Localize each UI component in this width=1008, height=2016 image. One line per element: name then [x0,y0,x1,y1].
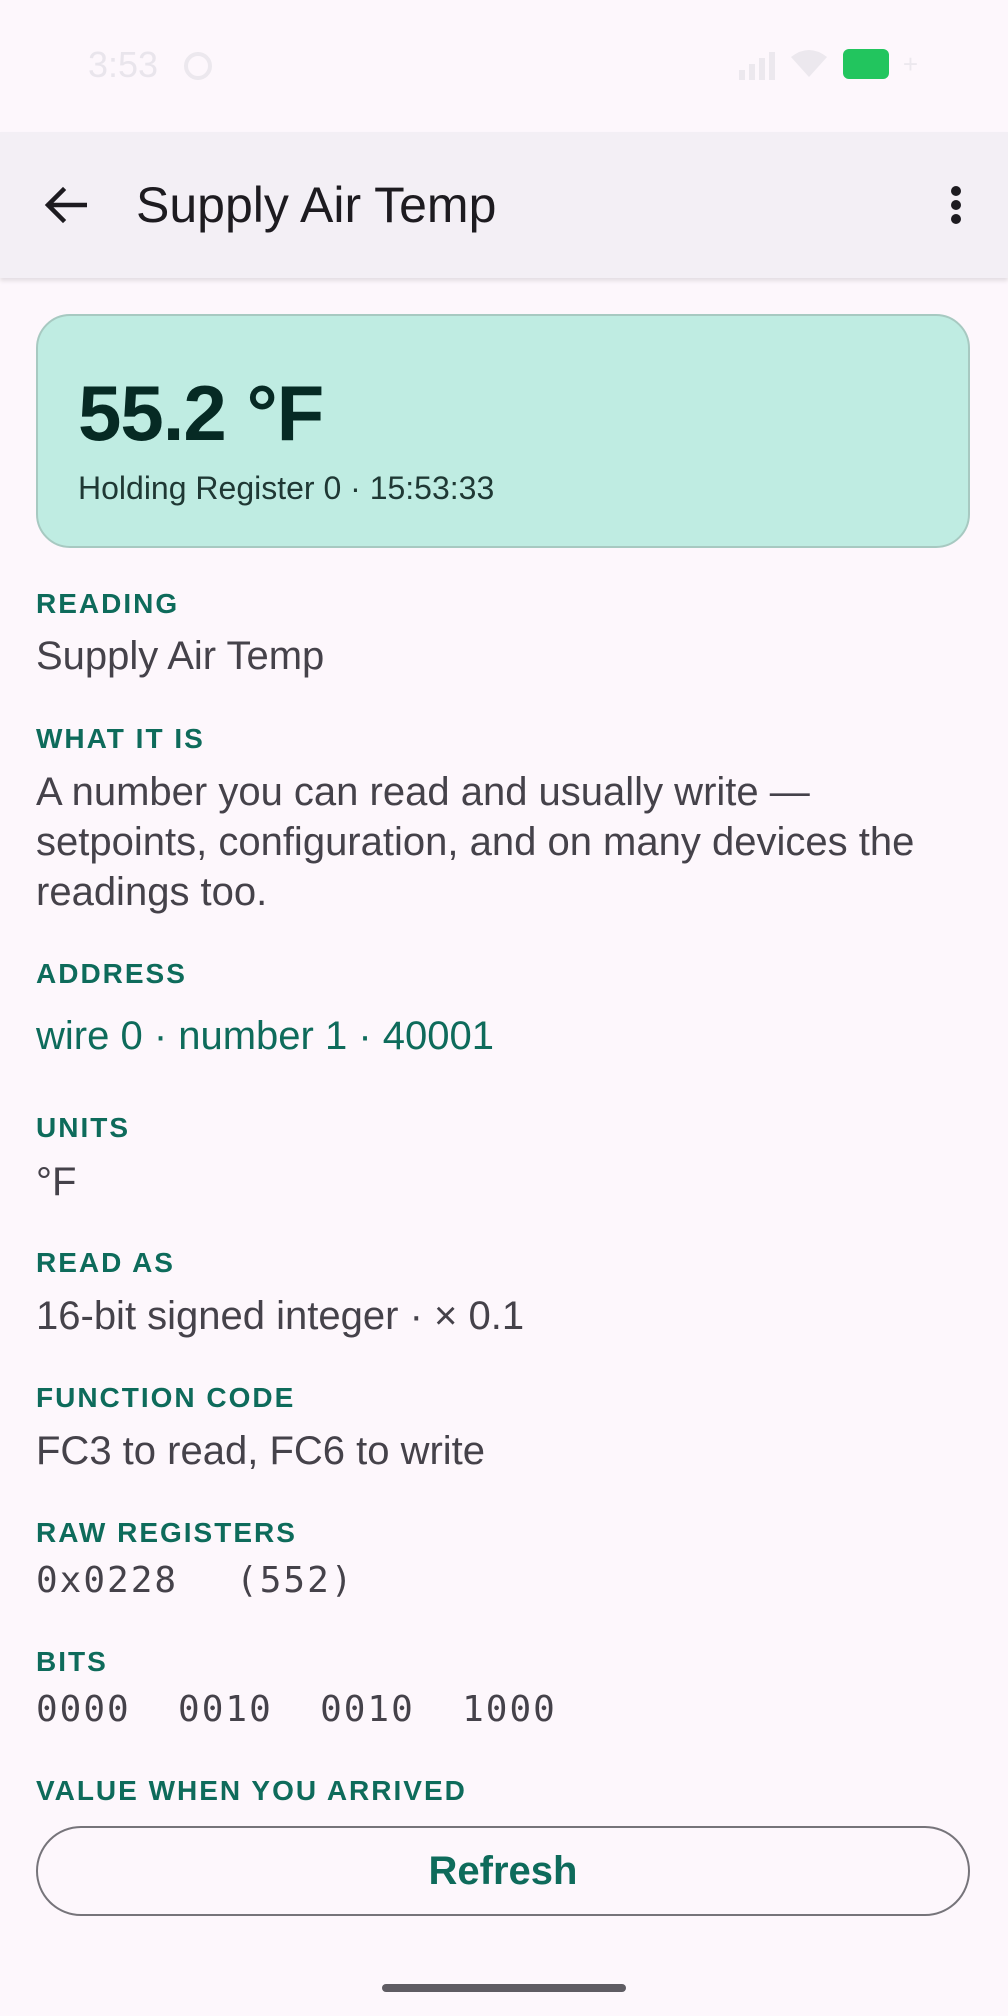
bits-value: 0000 0010 0010 1000 [36,1689,557,1730]
read-as-label: READ AS [36,1247,175,1278]
bits-label: BITS [36,1646,108,1677]
current-value: 55.2 °F [78,369,324,457]
signal-icon [738,48,775,80]
refresh-button[interactable]: Refresh [36,1826,970,1916]
more-vert-icon [951,186,961,224]
value-card: 55.2 °F Holding Register 0 · 15:53:33 [36,314,970,548]
status-icons: + [738,48,918,80]
units-value: °F [36,1160,77,1204]
app-bar: Supply Air Temp [0,132,1008,278]
function-code-label: FUNCTION CODE [36,1382,296,1413]
value-subtitle: Holding Register 0 · 15:53:33 [78,470,495,506]
status-bar: 3:53 + [0,0,1008,132]
raw-registers-row: 0x0228 (552) [36,1560,354,1601]
arrow-back-icon [44,186,87,224]
wifi-icon [790,50,827,77]
address-link[interactable]: wire 0 · number 1 · 40001 [36,1014,494,1059]
charging-icon: + [902,48,918,79]
address-label: ADDRESS [36,958,187,989]
home-indicator[interactable] [382,1984,626,1992]
status-time: 3:53 [88,44,159,85]
value-when-arrived-label: VALUE WHEN YOU ARRIVED [36,1775,467,1806]
reading-value: Supply Air Temp [36,634,325,678]
raw-decimal-value: (552) [236,1560,355,1601]
raw-registers-label: RAW REGISTERS [36,1517,297,1548]
what-it-is-value: A number you can read and usually write … [36,770,915,914]
reading-label: READING [36,588,180,619]
read-as-value: 16-bit signed integer · × 0.1 [36,1294,525,1338]
page-title: Supply Air Temp [136,177,497,233]
bits-row: 0000 0010 0010 1000 [36,1689,557,1730]
units-label: UNITS [36,1112,130,1143]
sync-icon [184,52,212,80]
what-it-is-label: WHAT IT IS [36,723,205,754]
raw-hex-value: 0x0228 [36,1560,179,1601]
battery-icon [842,49,889,79]
more-options-button[interactable] [928,167,984,243]
back-button[interactable] [30,167,100,243]
function-code-value: FC3 to read, FC6 to write [36,1429,486,1473]
